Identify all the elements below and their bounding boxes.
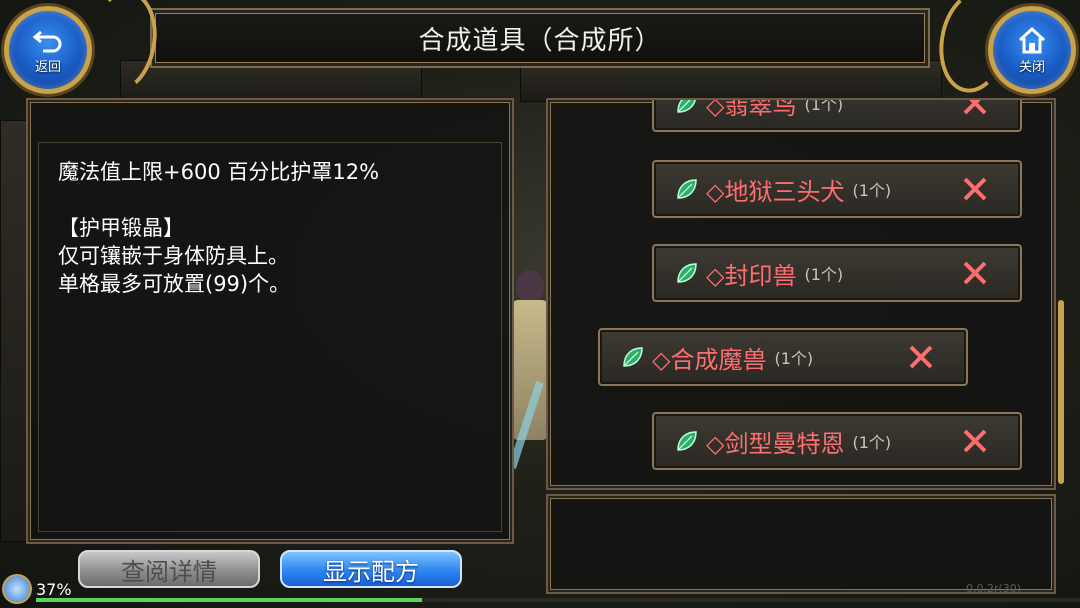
list-item[interactable]: ◇翡翠鸟 (1个) (652, 100, 1022, 132)
home-icon (1018, 26, 1046, 53)
network-icon (2, 574, 32, 604)
item-count: (1个) (804, 100, 844, 114)
list-item[interactable]: ◇地狱三头犬 (1个) (652, 160, 1022, 218)
item-count: (1个) (852, 181, 892, 200)
title-bar: 合成道具（合成所） (150, 8, 930, 68)
item-count: (1个) (774, 349, 814, 368)
green-leaf-icon (677, 100, 696, 113)
green-leaf-icon (677, 431, 697, 451)
list-item[interactable]: ◇剑型曼特恩 (1个) (652, 412, 1022, 470)
remove-icon[interactable] (906, 342, 936, 372)
list-item[interactable]: ◇封印兽 (1个) (652, 244, 1022, 302)
list-footer-panel (546, 494, 1056, 594)
show-recipe-button[interactable]: 显示配方 (280, 550, 462, 588)
item-name: ◇剑型曼特恩 (706, 429, 845, 458)
remove-icon[interactable] (960, 426, 990, 456)
info-line: 魔法值上限+600 百分比护罩12% (58, 160, 380, 184)
list-scrollbar[interactable] (1058, 300, 1064, 484)
info-line: 仅可镶嵌于身体防具上。 (58, 244, 289, 268)
close-button-label: 关闭 (1018, 59, 1045, 75)
list-item-selected[interactable]: ◇合成魔兽 (1个) (598, 328, 968, 386)
back-arrow-icon (32, 30, 62, 52)
info-line: 【护甲锻晶】 (58, 216, 184, 240)
show-recipe-label: 显示配方 (323, 557, 419, 586)
item-name: ◇翡翠鸟 (706, 100, 797, 120)
item-count: (1个) (804, 265, 844, 284)
loading-progress-fill (36, 598, 423, 602)
item-name: ◇合成魔兽 (652, 345, 767, 374)
page-title: 合成道具（合成所） (418, 25, 662, 56)
item-count: (1个) (852, 433, 892, 452)
view-details-button[interactable]: 查阅详情 (78, 550, 260, 588)
back-button-label: 返回 (34, 59, 61, 75)
item-name: ◇封印兽 (706, 261, 797, 290)
back-button[interactable]: 返回 (4, 6, 92, 94)
remove-icon[interactable] (960, 174, 990, 204)
green-leaf-icon (677, 179, 697, 199)
remove-icon[interactable] (960, 258, 990, 288)
close-button[interactable]: 关闭 (988, 6, 1076, 94)
status-percent: 37% (36, 579, 72, 599)
green-leaf-icon (623, 347, 643, 367)
version-label: 0.0.2r(30) (966, 582, 1022, 595)
ingredient-list[interactable]: ◇翡翠鸟 (1个) ◇地狱三头犬 (1个) ◇封印兽 (1个) ◇合成魔兽 (1… (548, 100, 1054, 488)
info-line: 单格最多可放置(99)个。 (58, 272, 291, 296)
item-description: 魔法值上限+600 百分比护罩12% 【护甲锻晶】 仅可镶嵌于身体防具上。 单格… (58, 158, 379, 298)
green-leaf-icon (677, 263, 697, 283)
item-name: ◇地狱三头犬 (706, 177, 845, 206)
loading-progress-bar (36, 598, 1080, 602)
view-details-label: 查阅详情 (121, 557, 217, 586)
remove-icon[interactable] (960, 100, 990, 118)
